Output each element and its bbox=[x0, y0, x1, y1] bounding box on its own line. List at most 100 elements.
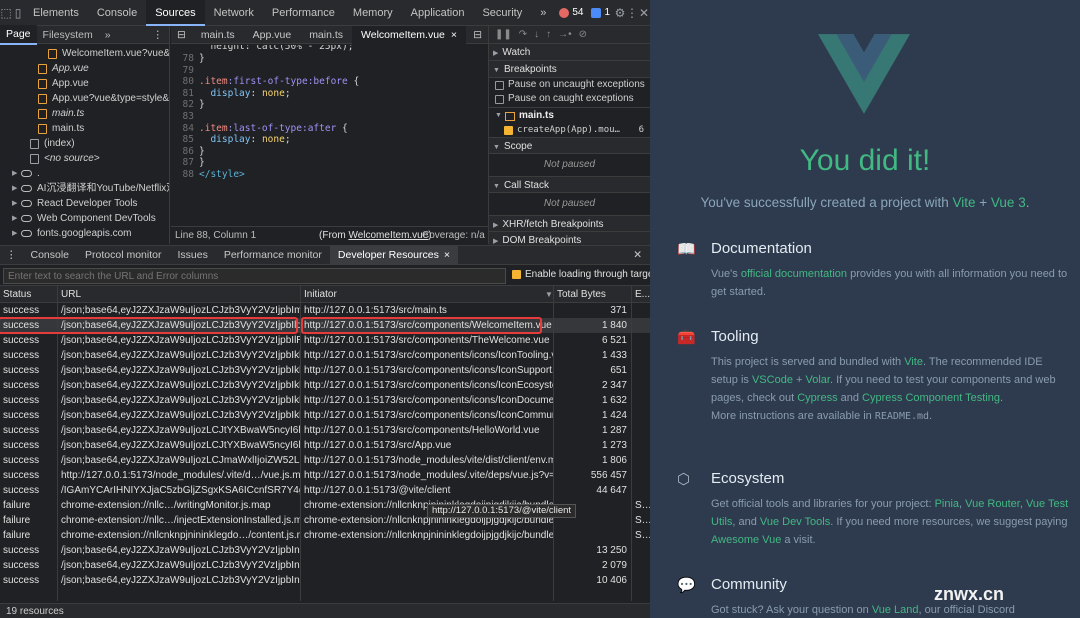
device-toolbar-icon[interactable]: ▯ bbox=[12, 0, 24, 26]
tab-filesystem[interactable]: Filesystem bbox=[37, 26, 99, 44]
pause-uncaught-checkbox[interactable] bbox=[495, 80, 504, 90]
close-tab-icon[interactable]: × bbox=[444, 249, 450, 261]
drawer-tab[interactable]: Performance monitor bbox=[216, 245, 330, 265]
tab-network[interactable]: Network bbox=[205, 0, 263, 26]
line-number[interactable]: 83 bbox=[171, 111, 199, 123]
close-tab-icon[interactable]: × bbox=[451, 29, 457, 41]
drawer-tab[interactable]: Console bbox=[23, 245, 78, 265]
scope-section[interactable]: ▼ Scope bbox=[489, 137, 650, 154]
tree-item[interactable]: WelcomeItem.vue?vue&ty bbox=[0, 46, 169, 61]
section-link[interactable]: VSCode bbox=[752, 374, 793, 386]
drawer-tab[interactable]: Protocol monitor bbox=[77, 245, 169, 265]
breakpoint-entry[interactable]: createApp(App).mou… 6 bbox=[489, 123, 650, 137]
tree-item[interactable]: main.ts bbox=[0, 121, 169, 136]
breakpoints-section[interactable]: ▼ Breakpoints bbox=[489, 61, 650, 78]
line-number[interactable]: 84 bbox=[171, 123, 199, 135]
column-error[interactable]: E... bbox=[632, 286, 650, 303]
breakpoint-checkbox[interactable] bbox=[504, 125, 513, 135]
step-into-icon[interactable]: ↓ bbox=[534, 29, 539, 40]
tree-item[interactable]: ▶ fonts.googleapis.com bbox=[0, 226, 169, 241]
tree-item[interactable]: ▶. bbox=[0, 166, 169, 181]
line-number[interactable]: 87 bbox=[171, 157, 199, 169]
tree-item[interactable]: App.vue bbox=[0, 76, 169, 91]
close-devtools-icon[interactable]: ✕ bbox=[638, 0, 650, 26]
expand-arrow-icon[interactable]: ▶ bbox=[12, 181, 21, 196]
watch-section[interactable]: ▶ Watch bbox=[489, 44, 650, 61]
section-link[interactable]: Pinia bbox=[935, 498, 959, 510]
expand-arrow-icon[interactable]: ▶ bbox=[12, 211, 21, 226]
tree-item[interactable]: App.vue bbox=[0, 61, 169, 76]
tab-performance[interactable]: Performance bbox=[263, 0, 344, 26]
tab-elements[interactable]: Elements bbox=[24, 0, 88, 26]
section-link[interactable]: Volar bbox=[806, 374, 830, 386]
drawer-tab[interactable]: Issues bbox=[169, 245, 215, 265]
line-number[interactable]: 78 bbox=[171, 53, 199, 65]
pause-uncaught-option[interactable]: Pause on uncaught exceptions bbox=[489, 78, 650, 92]
resources-filter-input[interactable] bbox=[3, 268, 506, 284]
line-number[interactable]: 86 bbox=[171, 146, 199, 158]
section-link[interactable]: Cypress bbox=[797, 392, 837, 404]
tab-console[interactable]: Console bbox=[88, 0, 146, 26]
line-number[interactable]: 82 bbox=[171, 99, 199, 111]
messages-badge[interactable]: 1 bbox=[587, 7, 614, 18]
code-content[interactable]: height: calc(50% - 25px); 78} 79 80 .item:fi… bbox=[171, 44, 488, 181]
more-options-icon[interactable]: ⋮ bbox=[626, 0, 638, 26]
source-origin-link[interactable]: WelcomeItem.vue bbox=[348, 230, 428, 241]
line-number[interactable]: 81 bbox=[171, 88, 199, 100]
expand-arrow-icon[interactable]: ▶ bbox=[12, 226, 21, 241]
sort-down-icon[interactable]: ▼ bbox=[542, 286, 553, 303]
toggle-navigator-icon[interactable]: ⊟ bbox=[171, 26, 192, 44]
tab-security[interactable]: Security bbox=[473, 0, 531, 26]
tree-item[interactable]: ▶ Web Component DevTools bbox=[0, 211, 169, 226]
enable-loading-option[interactable]: Enable loading through target bbox=[512, 269, 650, 280]
step-over-icon[interactable]: ↷ bbox=[519, 29, 527, 40]
settings-gear-icon[interactable]: ⚙ bbox=[614, 0, 626, 26]
navigator-more-button[interactable]: » bbox=[99, 26, 117, 44]
xhr-breakpoints-section[interactable]: ▶ XHR/fetch Breakpoints bbox=[489, 215, 650, 232]
section-link[interactable]: Vue Land bbox=[872, 604, 919, 616]
step-out-icon[interactable]: ↑ bbox=[546, 29, 551, 40]
inspect-element-icon[interactable]: ⬚ bbox=[0, 0, 12, 26]
vite-link[interactable]: Vite bbox=[953, 195, 976, 210]
pause-caught-option[interactable]: Pause on caught exceptions bbox=[489, 92, 650, 106]
section-link[interactable]: Awesome Vue bbox=[711, 534, 781, 546]
tree-item[interactable]: ▶ AI沉浸翻译和YouTube/Netflix双字 bbox=[0, 181, 169, 196]
tab-application[interactable]: Application bbox=[402, 0, 474, 26]
toggle-debugger-icon[interactable]: ⊟ bbox=[467, 26, 488, 44]
section-link[interactable]: Vue Dev Tools bbox=[760, 516, 830, 528]
drawer-menu-icon[interactable]: ⋮ bbox=[0, 245, 23, 265]
more-tabs-button[interactable]: » bbox=[531, 0, 555, 26]
section-link[interactable]: official documentation bbox=[741, 268, 847, 280]
vue3-link[interactable]: Vue 3 bbox=[991, 195, 1026, 210]
column-status[interactable]: Status bbox=[0, 286, 31, 303]
line-number[interactable]: 80 bbox=[171, 76, 199, 88]
line-number[interactable]: 79 bbox=[171, 65, 199, 77]
errors-badge[interactable]: 54 bbox=[555, 7, 587, 18]
pause-caught-checkbox[interactable] bbox=[495, 94, 504, 104]
line-number[interactable]: 88 bbox=[171, 169, 199, 181]
tree-item[interactable]: main.ts bbox=[0, 106, 169, 121]
step-icon[interactable]: →• bbox=[558, 29, 572, 40]
section-link[interactable]: Cypress Component Testing bbox=[862, 392, 1000, 404]
column-initiator[interactable]: Initiator bbox=[301, 286, 337, 303]
column-total-bytes[interactable]: Total Bytes bbox=[554, 286, 606, 303]
deactivate-breakpoints-icon[interactable]: ⊘ bbox=[579, 29, 587, 40]
editor-tab[interactable]: main.ts bbox=[192, 26, 244, 44]
line-number[interactable]: 85 bbox=[171, 134, 199, 146]
column-url[interactable]: URL bbox=[58, 286, 81, 303]
tab-page[interactable]: Page bbox=[0, 24, 37, 45]
pause-icon[interactable]: ❚❚ bbox=[495, 29, 512, 40]
expand-arrow-icon[interactable]: ▶ bbox=[12, 196, 21, 211]
line-number[interactable] bbox=[171, 45, 199, 53]
section-link[interactable]: Vite bbox=[904, 356, 923, 368]
section-link[interactable]: Vue Router bbox=[965, 498, 1020, 510]
navigator-menu-icon[interactable]: ⋮ bbox=[147, 26, 170, 44]
call-stack-section[interactable]: ▼ Call Stack bbox=[489, 176, 650, 193]
editor-tab[interactable]: App.vue bbox=[244, 26, 301, 44]
editor-tab[interactable]: main.ts bbox=[300, 26, 352, 44]
close-drawer-icon[interactable]: ✕ bbox=[625, 245, 650, 265]
tree-item[interactable]: ▶ React Developer Tools bbox=[0, 196, 169, 211]
tab-sources[interactable]: Sources bbox=[146, 0, 205, 26]
expand-arrow-icon[interactable]: ▶ bbox=[12, 166, 21, 181]
enable-loading-checkbox[interactable] bbox=[512, 270, 521, 279]
